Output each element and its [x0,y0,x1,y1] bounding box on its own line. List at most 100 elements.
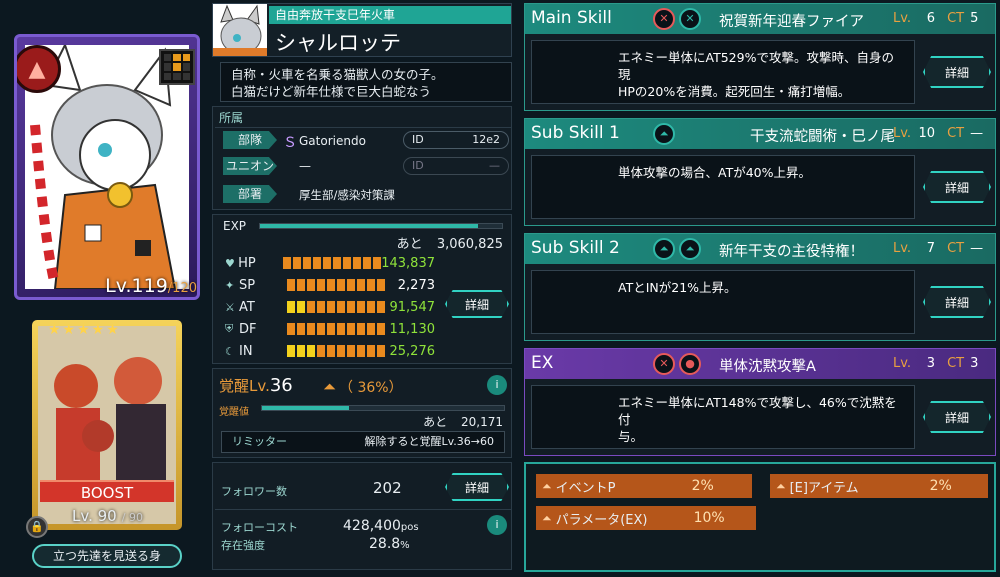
bonus-panel: ⏶ イベントP 2% ⏶ [E]アイテム 2% ⏶ パラメータ(EX) 10% [524,462,996,572]
skill-lv: 7 [926,241,936,256]
limiter-value: 解除すると覚醒Lv.36→60 [364,435,495,448]
union-id-label: ID [412,159,424,172]
skill-name: 祝賀新年迎春ファイア [719,14,864,30]
character-name: シャルロッテ [275,31,401,55]
skill-description: エネミー単体にAT529%で攻撃。攻撃時、自身の現 HPの20%を消費。起死回生… [531,40,915,104]
limiter-label: リミッター [232,435,287,448]
skill-lv-label: Lv. [893,241,912,256]
support-card[interactable]: ★★★★★ BOOST Lv. 90 / 90 [32,320,182,530]
skill-detail-button[interactable]: 詳細 [923,401,991,433]
stat-sp-icon: ✦ [225,278,235,292]
rank-up-icon: ⏶ [653,123,675,145]
stat-row-sp: ✦ SP 2,273 [225,275,435,295]
bonus-e-item: ⏶ [E]アイテム 2% [770,474,988,498]
exp-remaining-label: あと [396,237,423,252]
awakening-level: 36 [269,375,293,396]
team-s-icon: Ｓ [283,135,297,151]
bonus-event-value: 2% [691,478,714,494]
bonus-up-icon: ⏶ [776,478,786,493]
sword-cross-icon: ✕ [653,8,675,30]
stat-value: 11,130 [389,321,436,337]
team-label: 部隊 [223,131,277,149]
stat-bar [287,345,385,357]
bonus-up-icon: ⏶ [542,510,552,525]
strength-unit: % [400,540,410,551]
awakening-label: 覚醒Lv. [219,377,270,395]
dept-label: 部署 [223,185,277,203]
awakening-bar [261,405,505,411]
skill-ct: 3 [970,356,979,371]
skill-lv-label: Lv. [893,11,912,26]
follow-detail-button[interactable]: 詳細 [445,473,509,501]
support-level-max: / 90 [121,511,143,524]
bonus-up-icon: ⏶ [542,478,552,493]
follow-cost-unit: pos [400,522,419,533]
awakening-percent: （ 36%） [339,380,403,396]
skill-lv-label: Lv. [893,356,912,371]
union-label: ユニオン [223,157,277,175]
awakening-remaining: 20,171 [461,415,503,429]
stat-df-icon: ⛨ [225,322,234,335]
awakening-panel: 覚醒Lv.36 ⏶ （ 36%） i 覚醒値 あと 20,171 リミッター 解除… [212,368,512,458]
followers-label: フォロワー数 [221,485,287,498]
stat-label: DF [239,321,257,337]
stat-label: AT [239,299,255,315]
team-value[interactable]: Gatoriendo [299,134,366,148]
stat-row-at: ⚔ AT 91,547 [225,297,435,317]
stats-detail-button[interactable]: 詳細 [445,290,509,318]
skill-header: Sub Skill 2 [531,238,620,258]
rank-up-icon: ⏶ [679,238,701,260]
followers-value: 202 [373,479,402,497]
strength-value: 28.8 [369,536,401,552]
dept-value: 厚生部/感染対策課 [299,188,395,202]
stat-bar [283,257,382,269]
stat-at-icon: ⚔ [225,300,235,314]
bonus-parameter-value: 10% [693,510,725,526]
support-footer-button[interactable]: 立つ先達を見送る身 [32,544,182,568]
boost-badge: BOOST [40,480,174,502]
awakening-rank-icon: ⏶ [323,377,336,396]
skill-panel-3: EX ✕ ● 単体沈黙攻撃A Lv. 3 CT 3 エネミー単体にAT148%で攻… [524,348,996,456]
skill-description: エネミー単体にAT148%で攻撃し、46%で沈黙を付 与。 [531,385,915,449]
exp-bar [259,223,503,229]
skill-detail-button[interactable]: 詳細 [923,171,991,203]
awakening-info-icon[interactable]: i [487,375,507,395]
sword-cross-icon: ✕ [679,8,701,30]
bonus-e-item-label: [E]アイテム [789,480,859,496]
character-card[interactable]: ▲ Lv.119/120 [14,34,200,300]
stat-row-df: ⛨ DF 11,130 [225,319,435,339]
character-level: Lv.119 [105,275,168,297]
skill-detail-button[interactable]: 詳細 [923,56,991,88]
union-id: — [489,159,500,172]
bonus-event-label: イベントP [555,480,616,496]
skill-detail-button[interactable]: 詳細 [923,286,991,318]
affiliation-panel: 所属 部隊 Ｓ Gatoriendo ID 12e2 ユニオン — ID — 部署 … [212,106,512,210]
stat-bar [287,301,385,313]
exp-label: EXP [223,219,247,233]
skill-ct-label: CT [947,11,965,26]
skill-ct-label: CT [947,356,965,371]
follow-info-icon[interactable]: i [487,515,507,535]
formation-grid-icon[interactable] [159,49,195,85]
skill-ct: 5 [970,11,979,26]
union-value: — [299,159,311,173]
character-avatar [213,4,267,56]
lock-icon[interactable]: 🔒 [26,516,48,538]
skill-panel-1: Sub Skill 1 ⏶ 干支流蛇闘術・巳ノ尾 Lv. 10 CT — 単体攻… [524,118,996,226]
exp-remaining: 3,060,825 [436,237,503,252]
bonus-parameter-label: パラメータ(EX) [555,512,648,528]
skill-ct: — [970,241,984,256]
stat-label: HP [238,255,256,271]
stat-row-in: ☾ IN 25,276 [225,341,435,361]
skill-description: 単体攻撃の場合、ATが40%上昇。 [531,155,915,219]
stat-label: IN [239,343,253,359]
stat-label: SP [239,277,256,293]
support-stars: ★★★★★ [48,322,121,338]
limiter-row[interactable]: リミッター 解除すると覚醒Lv.36→60 [221,431,505,453]
awakening-value-label: 覚醒値 [219,407,249,418]
skill-name: 新年干支の主役特権！ [719,244,864,260]
follow-panel: フォロワー数 202 詳細 フォローコスト 428,400pos i 存在強度 … [212,462,512,570]
skill-lv-label: Lv. [893,126,912,141]
stat-value: 25,276 [389,343,436,359]
skill-ct: — [970,126,984,141]
